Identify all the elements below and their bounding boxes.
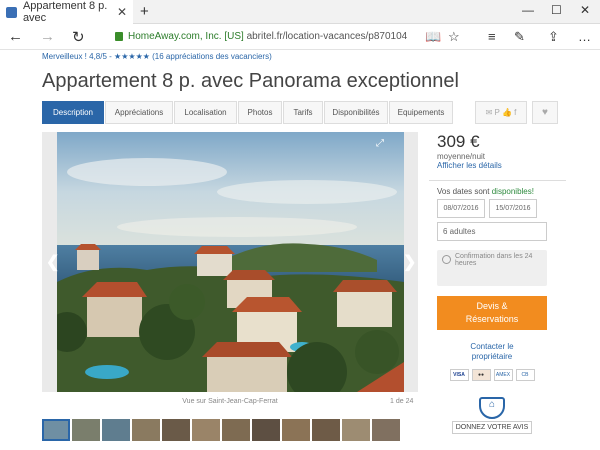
thumbnail[interactable] [162,419,190,441]
guests-field[interactable]: 6 adultes [437,222,547,241]
thumbnail[interactable] [102,419,130,441]
tab-tarifs[interactable]: Tarifs [283,101,323,124]
show-details-link[interactable]: Afficher les détails [437,161,558,170]
minimize-button[interactable]: — [522,3,534,17]
thumbnail[interactable] [372,419,400,441]
favorite-heart-icon[interactable]: ♥ [532,101,558,124]
availability-status: disponibles! [491,187,534,196]
address-bar[interactable]: HomeAway.com, Inc. [US] abritel.fr/locat… [128,31,407,42]
tab-close-icon[interactable]: ✕ [117,5,127,19]
maximize-button[interactable]: ☐ [551,3,562,17]
checkout-date-field[interactable]: 15/07/2016 [489,199,537,218]
more-icon[interactable]: … [578,29,591,44]
tab-localisation[interactable]: Localisation [174,101,237,124]
contact-owner-link[interactable]: Contacter le propriétaire [437,342,547,363]
favorite-star-icon[interactable]: ☆ [448,29,460,45]
confirmation-text: Confirmation dans les 24 heures [455,253,533,267]
listing-tabs: Description Appréciations Localisation P… [42,101,454,124]
thumbnail[interactable] [222,419,250,441]
main-photo[interactable]: ⤢ [57,132,404,392]
tab-appreciations[interactable]: Appréciations [105,101,173,124]
rating-summary[interactable]: Merveilleux ! 4,8/5 - ★★★★★ (16 apprécia… [42,52,272,61]
bank-card-icon: CB [515,368,535,381]
reading-view-icon[interactable]: 📖 [425,29,441,45]
cta-line-2: Réservations [465,314,519,324]
rating-text: Merveilleux ! 4,8/5 - [42,52,112,61]
forward-icon[interactable]: → [40,28,55,45]
lock-icon [115,32,123,41]
tab-description[interactable]: Description [42,101,104,124]
hub-icon[interactable]: ≡ [488,29,496,44]
cta-line-1: Devis & [476,301,508,312]
review-badge-icon: ⌂ [479,396,505,419]
page-title: Appartement 8 p. avec Panorama exception… [42,70,459,92]
rating-stars: ★★★★★ [114,52,150,61]
thumbnail[interactable] [72,419,100,441]
booking-panel: 309 € moyenne/nuit Afficher les détails … [429,132,566,434]
photo-caption: Vue sur Saint-Jean-Cap-Ferrat [182,398,278,405]
confirmation-info: Confirmation dans les 24 heures [437,250,547,286]
tab-photos[interactable]: Photos [238,101,282,124]
prev-photo-icon[interactable]: ❮ [46,252,59,272]
amex-card-icon: AMEX [493,368,513,381]
photo-counter: 1 de 24 [390,398,414,405]
thumbnail[interactable] [192,419,220,441]
photo-gallery: ⤢ ❮ ❯ [42,132,418,392]
contact-line-1: Contacter le [470,342,514,351]
price-period: moyenne/nuit [437,152,486,161]
divider [429,180,566,181]
next-photo-icon[interactable]: ❯ [403,252,416,272]
share-buttons[interactable]: ✉ P 👍 f [475,101,527,124]
review-badge[interactable]: ⌂ DONNEZ VOTRE AVIS [452,396,532,434]
payment-cards: VISA ●● AMEX CB [437,368,547,381]
tab-disponibilites[interactable]: Disponibilités [324,101,388,124]
thumbnail[interactable] [342,419,370,441]
tab-equipements[interactable]: Equipements [389,101,453,124]
favicon-icon [6,6,17,18]
close-window-button[interactable]: ✕ [580,3,590,17]
thumbnail[interactable] [42,419,70,441]
thumbnail-strip [42,419,402,441]
browser-tab[interactable]: Appartement 8 p. avec ✕ [0,0,133,24]
share-icon[interactable]: ⇪ [548,29,559,45]
new-tab-button[interactable]: + [140,3,149,20]
availability-text: Vos dates sont disponibles! [437,187,558,196]
availability-prefix: Vos dates sont [437,187,490,196]
review-button-label: DONNEZ VOTRE AVIS [452,420,532,434]
contact-line-2: propriétaire [471,352,513,362]
browser-navbar: ← → ↻ HomeAway.com, Inc. [US] abritel.fr… [0,24,600,50]
thumbnail[interactable] [282,419,310,441]
visa-card-icon: VISA [449,368,469,381]
checkin-date-field[interactable]: 08/07/2016 [437,199,485,218]
url-path: abritel.fr/location-vacances/p870104 [246,31,408,42]
url-secure-label: HomeAway.com, Inc. [US] [128,31,244,42]
guests-value: 6 adultes [443,227,476,236]
clock-icon [442,255,451,264]
date-range: 08/07/2016 15/07/2016 [437,199,558,218]
thumbnail[interactable] [252,419,280,441]
review-count: (16 appréciations des vacanciers) [152,52,272,61]
fullscreen-icon[interactable]: ⤢ [376,138,384,149]
refresh-icon[interactable]: ↻ [72,28,85,46]
browser-titlebar: Appartement 8 p. avec ✕ + — ☐ ✕ [0,0,600,24]
web-note-icon[interactable]: ✎ [514,29,525,45]
thumbnail[interactable] [312,419,340,441]
mastercard-icon: ●● [471,368,491,381]
thumbnail[interactable] [132,419,160,441]
quote-booking-button[interactable]: Devis & Réservations [437,296,547,330]
price: 309 € [437,132,480,151]
back-icon[interactable]: ← [8,28,23,45]
